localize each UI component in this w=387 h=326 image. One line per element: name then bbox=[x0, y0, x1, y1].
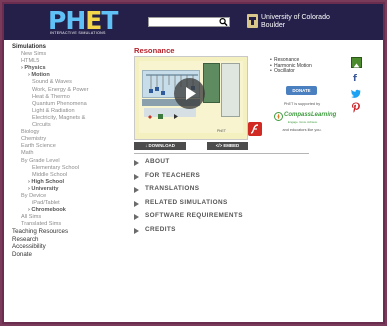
expand-arrow-icon bbox=[134, 227, 139, 234]
pinterest-icon[interactable] bbox=[351, 102, 361, 113]
sidebar-item-all-sims[interactable]: All Sims bbox=[12, 214, 122, 221]
accordion-label: CREDITS bbox=[145, 226, 176, 233]
accordion-translations[interactable]: TRANSLATIONS bbox=[134, 185, 284, 195]
flash-icon bbox=[248, 122, 262, 136]
compass-icon bbox=[274, 112, 283, 121]
sim-control-icons bbox=[148, 114, 178, 119]
sidebar-item-elementary[interactable]: Elementary School bbox=[12, 165, 122, 172]
expand-arrow-icon bbox=[134, 200, 139, 207]
expand-arrow-icon bbox=[134, 186, 139, 193]
sponsor-name: CompassLearning bbox=[284, 112, 337, 118]
sidebar-item-translated[interactable]: Translated Sims bbox=[12, 221, 122, 228]
sidebar-item-simulations[interactable]: Simulations bbox=[12, 44, 122, 51]
sim-preview[interactable]: PhET bbox=[134, 56, 248, 140]
share-arrow-icon bbox=[353, 63, 360, 70]
accordion-label: SOFTWARE REQUIREMENTS bbox=[145, 212, 243, 219]
sidebar-item-by-device[interactable]: By Device bbox=[12, 193, 122, 200]
educators-text: and educators like you. bbox=[282, 128, 322, 132]
sidebar-item-chemistry[interactable]: Chemistry bbox=[12, 136, 122, 143]
facebook-icon[interactable]: f bbox=[353, 74, 357, 84]
sidebar-item-heat-thermo[interactable]: Heat & Thermo bbox=[12, 94, 122, 101]
compasslearning-logo[interactable]: CompassLearning Engage. Grow. Achieve. bbox=[274, 111, 336, 125]
cu-line-2: Boulder bbox=[261, 21, 286, 29]
sim-panel-green bbox=[203, 63, 220, 103]
sidebar-item-grade-level[interactable]: By Grade Level bbox=[12, 158, 122, 165]
topics-list: Resonance Harmonic Motion Oscillator bbox=[270, 57, 330, 75]
donate-button[interactable]: DONATE bbox=[286, 86, 317, 95]
accordion-about[interactable]: ABOUT bbox=[134, 158, 284, 168]
twitter-icon[interactable] bbox=[351, 89, 361, 98]
expand-arrow-icon bbox=[134, 159, 139, 166]
sim-panel-grey bbox=[221, 63, 240, 117]
sidebar-item-electricity[interactable]: Electricity, Magnets & bbox=[12, 115, 122, 122]
sidebar-item-motion[interactable]: › Motion bbox=[12, 72, 122, 79]
sidebar-item-earth-science[interactable]: Earth Science bbox=[12, 143, 122, 150]
sidebar-nav: Simulations New Sims HTML5 › Physics › M… bbox=[12, 44, 122, 258]
supported-by-text: PhET is supported by bbox=[283, 102, 321, 106]
download-button[interactable]: ↓ DOWNLOAD bbox=[134, 142, 186, 150]
accordion-credits[interactable]: CREDITS bbox=[134, 226, 284, 236]
cu-name[interactable]: University of Colorado Boulder bbox=[261, 14, 330, 29]
sidebar-item-light-radiation[interactable]: Light & Radiation bbox=[12, 108, 122, 115]
sidebar-item-circuits[interactable]: Circuits bbox=[12, 122, 122, 129]
sidebar-item-middle-school[interactable]: Middle School bbox=[12, 172, 122, 179]
sidebar-item-donate[interactable]: Donate bbox=[12, 251, 122, 258]
accordion-software-requirements[interactable]: SOFTWARE REQUIREMENTS bbox=[134, 212, 284, 222]
accordion-label: RELATED SIMULATIONS bbox=[145, 199, 228, 206]
sidebar-item-university[interactable]: › University bbox=[12, 186, 122, 193]
play-icon bbox=[186, 87, 196, 100]
accordion-for-teachers[interactable]: FOR TEACHERS bbox=[134, 172, 284, 182]
search-icon[interactable] bbox=[219, 17, 228, 27]
accordion-related-simulations[interactable]: RELATED SIMULATIONS bbox=[134, 199, 284, 209]
sidebar-item-html5[interactable]: HTML5 bbox=[12, 58, 122, 65]
sidebar-item-math[interactable]: Math bbox=[12, 150, 122, 157]
accordion-label: FOR TEACHERS bbox=[145, 172, 201, 179]
topic-item: Oscillator bbox=[270, 69, 330, 75]
sidebar-item-high-school[interactable]: › High School bbox=[12, 179, 122, 186]
sidebar-item-chromebook[interactable]: › Chromebook bbox=[12, 207, 122, 214]
sidebar-item-new-sims[interactable]: New Sims bbox=[12, 51, 122, 58]
sim-controls bbox=[144, 108, 196, 119]
site-header: PHET INTERACTIVE SIMULATIONS University … bbox=[4, 4, 383, 40]
search-input[interactable] bbox=[148, 17, 230, 27]
sidebar-item-accessibility[interactable]: Accessibility bbox=[12, 243, 122, 250]
share-icon[interactable] bbox=[351, 57, 362, 70]
sidebar-item-research[interactable]: Research bbox=[12, 236, 122, 243]
sidebar-item-ipad[interactable]: iPad/Tablet bbox=[12, 200, 122, 207]
divider bbox=[134, 153, 309, 154]
sidebar-item-quantum[interactable]: Quantum Phenomena bbox=[12, 101, 122, 108]
sponsor-tagline: Engage. Grow. Achieve. bbox=[288, 120, 318, 124]
sidebar-item-sound-waves[interactable]: Sound & Waves bbox=[12, 79, 122, 86]
accordion-label: TRANSLATIONS bbox=[145, 185, 200, 192]
logo-subtitle: INTERACTIVE SIMULATIONS bbox=[50, 31, 106, 35]
accordion-label: ABOUT bbox=[145, 158, 170, 165]
sidebar-item-teaching[interactable]: Teaching Resources bbox=[12, 228, 122, 235]
sidebar-item-work-energy[interactable]: Work, Energy & Power bbox=[12, 87, 122, 94]
phet-logo[interactable]: PHET INTERACTIVE SIMULATIONS bbox=[48, 6, 118, 36]
sidebar-item-biology[interactable]: Biology bbox=[12, 129, 122, 136]
expand-arrow-icon bbox=[134, 173, 139, 180]
play-button[interactable] bbox=[174, 78, 205, 109]
cu-logo-icon[interactable] bbox=[247, 14, 258, 28]
page-title: Resonance bbox=[134, 46, 175, 55]
expand-arrow-icon bbox=[134, 213, 139, 220]
sidebar-item-physics[interactable]: › Physics bbox=[12, 65, 122, 72]
page: PHET INTERACTIVE SIMULATIONS University … bbox=[2, 2, 385, 324]
sim-phet-mark: PhET bbox=[217, 129, 226, 133]
embed-button[interactable]: </> EMBED bbox=[207, 142, 248, 150]
cu-line-1: University of Colorado bbox=[261, 14, 330, 21]
